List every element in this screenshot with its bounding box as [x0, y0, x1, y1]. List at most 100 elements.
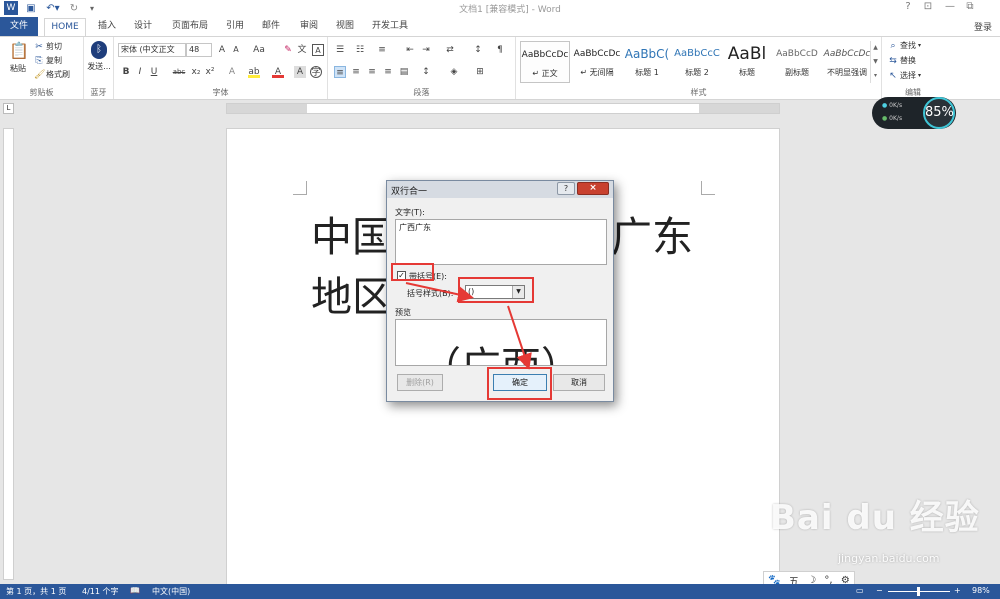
highlight-icon[interactable]: ab: [248, 66, 260, 78]
tab-review[interactable]: 审阅: [294, 19, 324, 34]
align-right-icon[interactable]: ≡: [366, 66, 378, 78]
download-speed: 0K/s: [889, 115, 903, 122]
bold-button[interactable]: B: [120, 66, 132, 78]
numbering-icon[interactable]: ☷: [354, 44, 366, 56]
superscript-button[interactable]: x²: [204, 66, 216, 78]
word-app-icon[interactable]: W: [4, 1, 18, 15]
chinese-layout-icon[interactable]: ⇄: [444, 44, 456, 56]
zoom-level[interactable]: 98%: [972, 586, 990, 595]
tab-view[interactable]: 视图: [330, 19, 360, 34]
cut-button[interactable]: ✂ 剪切: [34, 41, 62, 52]
text-input[interactable]: 广西广东: [395, 219, 607, 265]
style-no-spacing[interactable]: AaBbCcDc ↵ 无间隔: [572, 41, 622, 83]
style-heading-2[interactable]: AaBbCcC 标题 2: [672, 41, 722, 83]
find-label: 查找: [900, 41, 916, 50]
decrease-indent-icon[interactable]: ⇤: [404, 44, 416, 56]
subscript-button[interactable]: x₂: [190, 66, 202, 78]
language[interactable]: 中文(中国): [152, 586, 190, 597]
tab-file[interactable]: 文件: [0, 17, 38, 36]
align-left-icon[interactable]: ≡: [334, 66, 346, 78]
tab-selector[interactable]: L: [3, 103, 14, 114]
page-count[interactable]: 第 1 页，共 1 页: [6, 586, 66, 597]
proofing-icon[interactable]: 📖: [130, 586, 140, 595]
bullets-icon[interactable]: ☰: [334, 44, 346, 56]
styles-scroll[interactable]: ▲ ▼ ▾: [870, 41, 880, 83]
zoom-slider-thumb[interactable]: [917, 587, 920, 596]
italic-button[interactable]: I: [134, 66, 146, 78]
baidu-watermark: Bai du 经验 jingyan.baidu.com: [770, 490, 990, 580]
show-marks-icon[interactable]: ¶: [494, 44, 506, 56]
shading-icon[interactable]: ◈: [448, 66, 460, 78]
replace-button[interactable]: ⇆ 替换: [888, 55, 916, 66]
strikethrough-button[interactable]: abc: [170, 66, 188, 78]
vertical-ruler[interactable]: [3, 128, 14, 580]
zoom-in-button[interactable]: +: [954, 586, 961, 595]
help-icon[interactable]: ?: [900, 1, 916, 15]
grow-font-icon[interactable]: A: [216, 44, 228, 56]
word-count[interactable]: 4/11 个字: [82, 586, 119, 597]
web-layout-icon[interactable]: ▭: [856, 586, 864, 595]
line-spacing-icon[interactable]: ↕: [420, 66, 432, 78]
dialog-close-button[interactable]: ×: [577, 182, 609, 195]
cancel-button[interactable]: 取消: [553, 374, 605, 391]
font-size-select[interactable]: 48: [186, 43, 212, 57]
phonetic-guide-icon[interactable]: 文: [296, 44, 308, 56]
char-shading-icon[interactable]: A: [294, 66, 306, 78]
preview-box: （广西）: [395, 319, 607, 366]
style-heading-1[interactable]: AaBbC( 标题 1: [622, 41, 672, 83]
tab-developer[interactable]: 开发工具: [366, 19, 414, 34]
paste-button[interactable]: 📋 粘贴: [6, 41, 30, 74]
style-title[interactable]: AaBl 标题: [722, 41, 772, 83]
style-title-sample: AaBl: [727, 44, 767, 64]
customize-icon[interactable]: ▾: [86, 1, 98, 15]
network-monitor-widget[interactable]: ● 0K/s ● 0K/s 85%: [872, 97, 956, 129]
minimize-icon[interactable]: —: [942, 1, 958, 15]
dialog-help-button[interactable]: ?: [557, 182, 575, 195]
zoom-slider[interactable]: [888, 587, 950, 596]
style-normal[interactable]: AaBbCcDc ↵ 正文: [520, 41, 570, 83]
select-button[interactable]: ↖ 选择 ▾: [888, 70, 921, 81]
undo-icon[interactable]: ↶▾: [44, 1, 62, 15]
sort-icon[interactable]: ↕: [472, 44, 484, 56]
find-button[interactable]: ⌕ 查找 ▾: [888, 40, 921, 51]
dialog-titlebar[interactable]: 双行合一 ? ×: [387, 181, 613, 198]
font-color-icon[interactable]: A: [272, 66, 284, 78]
copy-button[interactable]: ⎘ 复制: [34, 55, 62, 66]
justify-icon[interactable]: ≡: [382, 66, 394, 78]
redo-icon[interactable]: ↻: [66, 1, 82, 15]
borders-icon[interactable]: ⊞: [474, 66, 486, 78]
tab-mailings[interactable]: 邮件: [256, 19, 286, 34]
tab-references[interactable]: 引用: [220, 19, 250, 34]
shrink-font-icon[interactable]: A: [230, 44, 242, 56]
save-icon[interactable]: ▣: [24, 1, 38, 15]
ribbon-display-icon[interactable]: ⊡: [920, 1, 936, 15]
tab-insert[interactable]: 插入: [92, 19, 122, 34]
text-effects-icon[interactable]: A: [226, 66, 238, 78]
style-subtle-emphasis[interactable]: AaBbCcDc 不明显强调: [822, 41, 872, 83]
zoom-out-button[interactable]: −: [876, 586, 883, 595]
paragraph-group-label: 段落: [413, 88, 430, 97]
tab-design[interactable]: 设计: [128, 19, 158, 34]
change-case-button[interactable]: Aa: [250, 44, 268, 56]
tab-home[interactable]: HOME: [44, 18, 86, 36]
format-painter-button[interactable]: 🖌 格式刷: [34, 69, 70, 80]
clear-format-icon[interactable]: ✎: [282, 44, 294, 56]
char-border-icon[interactable]: A: [312, 44, 324, 56]
style-subtitle[interactable]: AaBbCcD 副标题: [772, 41, 822, 83]
annotation-box-ok: [487, 367, 552, 400]
multilevel-list-icon[interactable]: ≡: [376, 44, 388, 56]
enclose-char-icon[interactable]: 字: [310, 66, 322, 78]
login-link[interactable]: 登录: [974, 20, 992, 33]
align-center-icon[interactable]: ≡: [350, 66, 362, 78]
tab-page-layout[interactable]: 页面布局: [166, 19, 214, 34]
distribute-icon[interactable]: ▤: [398, 66, 410, 78]
bluetooth-send-button[interactable]: ᛒ 发送...: [87, 41, 111, 72]
underline-button[interactable]: U: [148, 66, 160, 78]
font-name-select[interactable]: 宋体 (中文正文: [118, 43, 186, 57]
increase-indent-icon[interactable]: ⇥: [420, 44, 432, 56]
horizontal-ruler[interactable]: [226, 103, 780, 114]
restore-icon[interactable]: ⧉: [962, 1, 978, 15]
ruler-left-margin: [227, 104, 307, 113]
delete-button[interactable]: 删除(R): [397, 374, 443, 391]
select-label: 选择: [900, 71, 916, 80]
